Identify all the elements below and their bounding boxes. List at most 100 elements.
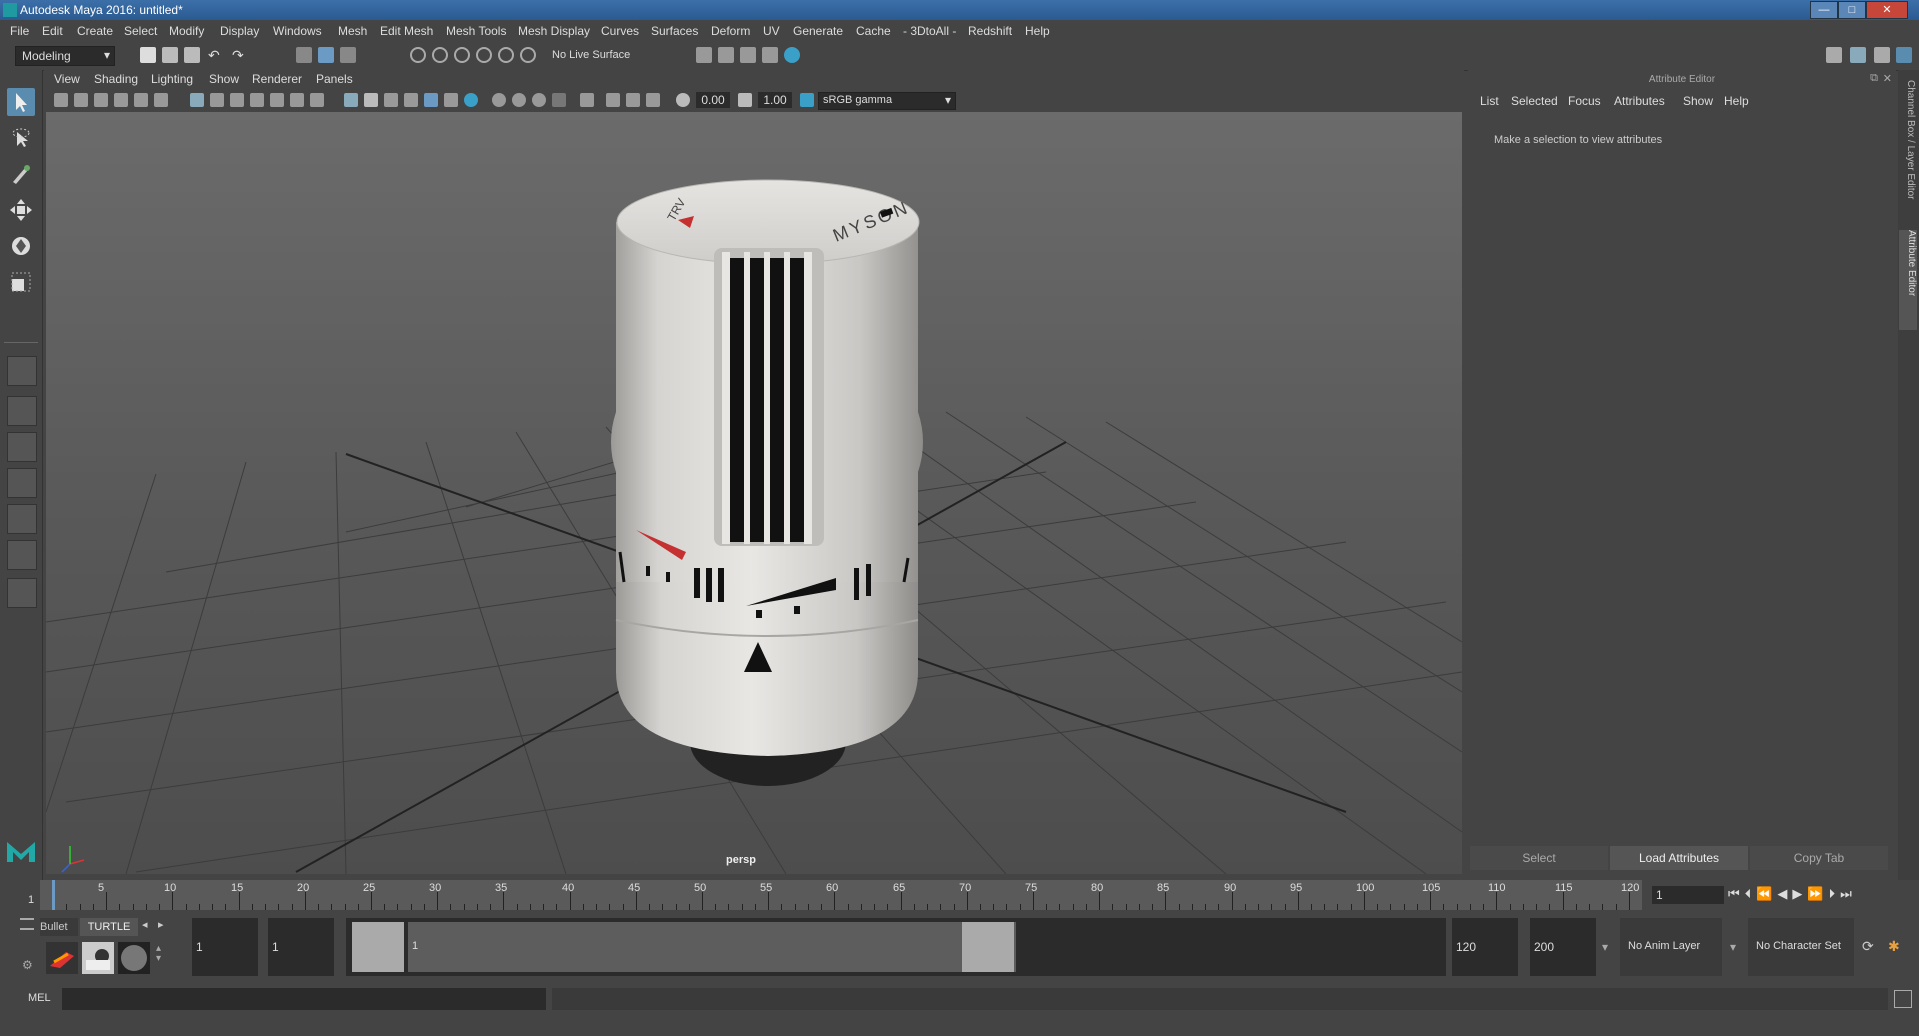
xray-components-icon[interactable]: [646, 93, 660, 107]
menu-help[interactable]: Help: [1025, 24, 1050, 38]
lasso-tool-icon[interactable]: [7, 124, 35, 152]
channel-box-toggle-icon[interactable]: [1896, 47, 1912, 63]
attr-menu-selected[interactable]: Selected: [1511, 94, 1558, 108]
attr-menu-list[interactable]: List: [1480, 94, 1499, 108]
use-all-lights-icon[interactable]: [444, 93, 458, 107]
script-editor-icon[interactable]: [1894, 990, 1912, 1008]
wireframe-icon[interactable]: [344, 93, 358, 107]
close-button[interactable]: ✕: [1866, 1, 1908, 19]
two-d-pan-icon[interactable]: [134, 93, 148, 107]
step-back-frame-icon[interactable]: ⏪: [1756, 886, 1777, 901]
persp-graph-layout-icon[interactable]: [7, 468, 37, 498]
save-scene-icon[interactable]: [184, 47, 200, 63]
panel-menu-show[interactable]: Show: [209, 72, 239, 86]
panel-menu-panels[interactable]: Panels: [316, 72, 353, 86]
ipr-render-icon[interactable]: [740, 47, 756, 63]
turtle-surface-icon[interactable]: [118, 942, 150, 974]
playback-start-field[interactable]: 1: [268, 918, 334, 976]
range-slider-bar[interactable]: 1 120: [408, 922, 1016, 972]
current-time-indicator[interactable]: [52, 880, 55, 910]
select-hierarchy-icon[interactable]: [296, 47, 312, 63]
undo-icon[interactable]: ↶: [208, 47, 224, 63]
chevron-down-icon[interactable]: ▾: [1730, 940, 1736, 954]
render-view-icon[interactable]: [762, 47, 778, 63]
gamma-icon[interactable]: [738, 93, 752, 107]
attr-menu-attributes[interactable]: Attributes: [1614, 94, 1665, 108]
menu-edit[interactable]: Edit: [42, 24, 63, 38]
menu-edit-mesh[interactable]: Edit Mesh: [380, 24, 433, 38]
menu-select[interactable]: Select: [124, 24, 157, 38]
exposure-icon[interactable]: [676, 93, 690, 107]
animation-end-field[interactable]: 200: [1530, 918, 1596, 976]
menu-deform[interactable]: Deform: [711, 24, 750, 38]
smooth-shade-icon[interactable]: [364, 93, 378, 107]
safe-action-icon[interactable]: [290, 93, 304, 107]
minimize-button[interactable]: —: [1810, 1, 1838, 19]
menu-uv[interactable]: UV: [763, 24, 780, 38]
step-forward-frame-icon[interactable]: ⏩: [1807, 886, 1828, 901]
ambient-occlusion-icon[interactable]: [492, 93, 506, 107]
panel-menu-view[interactable]: View: [54, 72, 80, 86]
resolution-gate-icon[interactable]: [230, 93, 244, 107]
turtle-render-icon[interactable]: [46, 942, 78, 974]
outliner-layout-icon[interactable]: [7, 504, 37, 534]
attribute-editor-tab[interactable]: Attribute Editor: [1899, 230, 1917, 330]
menu-cache[interactable]: Cache: [856, 24, 891, 38]
shelf-menu-icon[interactable]: [20, 918, 34, 930]
camera-attributes-icon[interactable]: [74, 93, 88, 107]
anti-aliasing-icon[interactable]: [532, 93, 546, 107]
play-forwards-icon[interactable]: ▶: [1792, 886, 1807, 901]
xray-icon[interactable]: [606, 93, 620, 107]
isolate-select-icon[interactable]: [580, 93, 594, 107]
snap-center-icon[interactable]: [520, 47, 536, 63]
select-object-icon[interactable]: [318, 47, 334, 63]
shelf-scroll-icon[interactable]: ▴ ▾: [156, 944, 161, 964]
xray-joints-icon[interactable]: [626, 93, 640, 107]
current-frame-field[interactable]: 1: [1652, 886, 1724, 904]
character-set-dropdown[interactable]: No Character Set: [1748, 918, 1854, 976]
attr-menu-focus[interactable]: Focus: [1568, 94, 1601, 108]
range-slider-track[interactable]: 1 120: [346, 918, 1446, 976]
outliner-toggle-icon[interactable]: [1874, 47, 1890, 63]
menu-surfaces[interactable]: Surfaces: [651, 24, 698, 38]
depth-of-field-icon[interactable]: [552, 93, 566, 107]
command-language-label[interactable]: MEL: [28, 992, 51, 1004]
mode-selector[interactable]: Modeling ▾: [15, 46, 115, 66]
menu-windows[interactable]: Windows: [273, 24, 322, 38]
shelf-tab-bullet[interactable]: Bullet: [40, 918, 78, 936]
shadows-icon[interactable]: [464, 93, 478, 107]
snap-view-plane-icon[interactable]: [476, 47, 492, 63]
command-input[interactable]: [62, 988, 546, 1010]
more-layouts-icon[interactable]: [7, 578, 37, 608]
play-backwards-icon[interactable]: ◀: [1777, 886, 1792, 901]
load-attributes-button[interactable]: Load Attributes: [1610, 846, 1748, 870]
exposure-field[interactable]: 0.00: [696, 92, 730, 108]
paint-select-tool-icon[interactable]: [7, 160, 35, 188]
maximize-button[interactable]: □: [1838, 1, 1866, 19]
modeling-toolkit-icon[interactable]: [1826, 47, 1842, 63]
wireframe-on-shaded-icon[interactable]: [404, 93, 418, 107]
menu-file[interactable]: File: [10, 24, 29, 38]
animation-start-field[interactable]: 1: [192, 918, 258, 976]
view-transform-dropdown[interactable]: sRGB gamma ▾: [818, 92, 956, 110]
bookmark-icon[interactable]: [94, 93, 108, 107]
image-plane-icon[interactable]: [114, 93, 128, 107]
animation-preferences-icon[interactable]: ✱: [1888, 938, 1900, 955]
select-button[interactable]: Select: [1470, 846, 1608, 870]
default-material-icon[interactable]: [384, 93, 398, 107]
motion-blur-icon[interactable]: [512, 93, 526, 107]
auto-key-icon[interactable]: ⟳: [1862, 938, 1874, 955]
close-panel-icon[interactable]: ✕: [1883, 72, 1892, 85]
playback-end-field[interactable]: 120: [1452, 918, 1518, 976]
menu-mesh-tools[interactable]: Mesh Tools: [446, 24, 506, 38]
menu-mesh[interactable]: Mesh: [338, 24, 367, 38]
float-panel-icon[interactable]: ⧉: [1870, 72, 1878, 85]
attr-menu-show[interactable]: Show: [1683, 94, 1713, 108]
open-scene-icon[interactable]: [162, 47, 178, 63]
menu-display[interactable]: Display: [220, 24, 259, 38]
gate-mask-icon[interactable]: [250, 93, 264, 107]
four-view-layout-icon[interactable]: [7, 396, 37, 426]
attr-menu-help[interactable]: Help: [1724, 94, 1749, 108]
color-management-icon[interactable]: [800, 93, 814, 107]
menu-create[interactable]: Create: [77, 24, 113, 38]
